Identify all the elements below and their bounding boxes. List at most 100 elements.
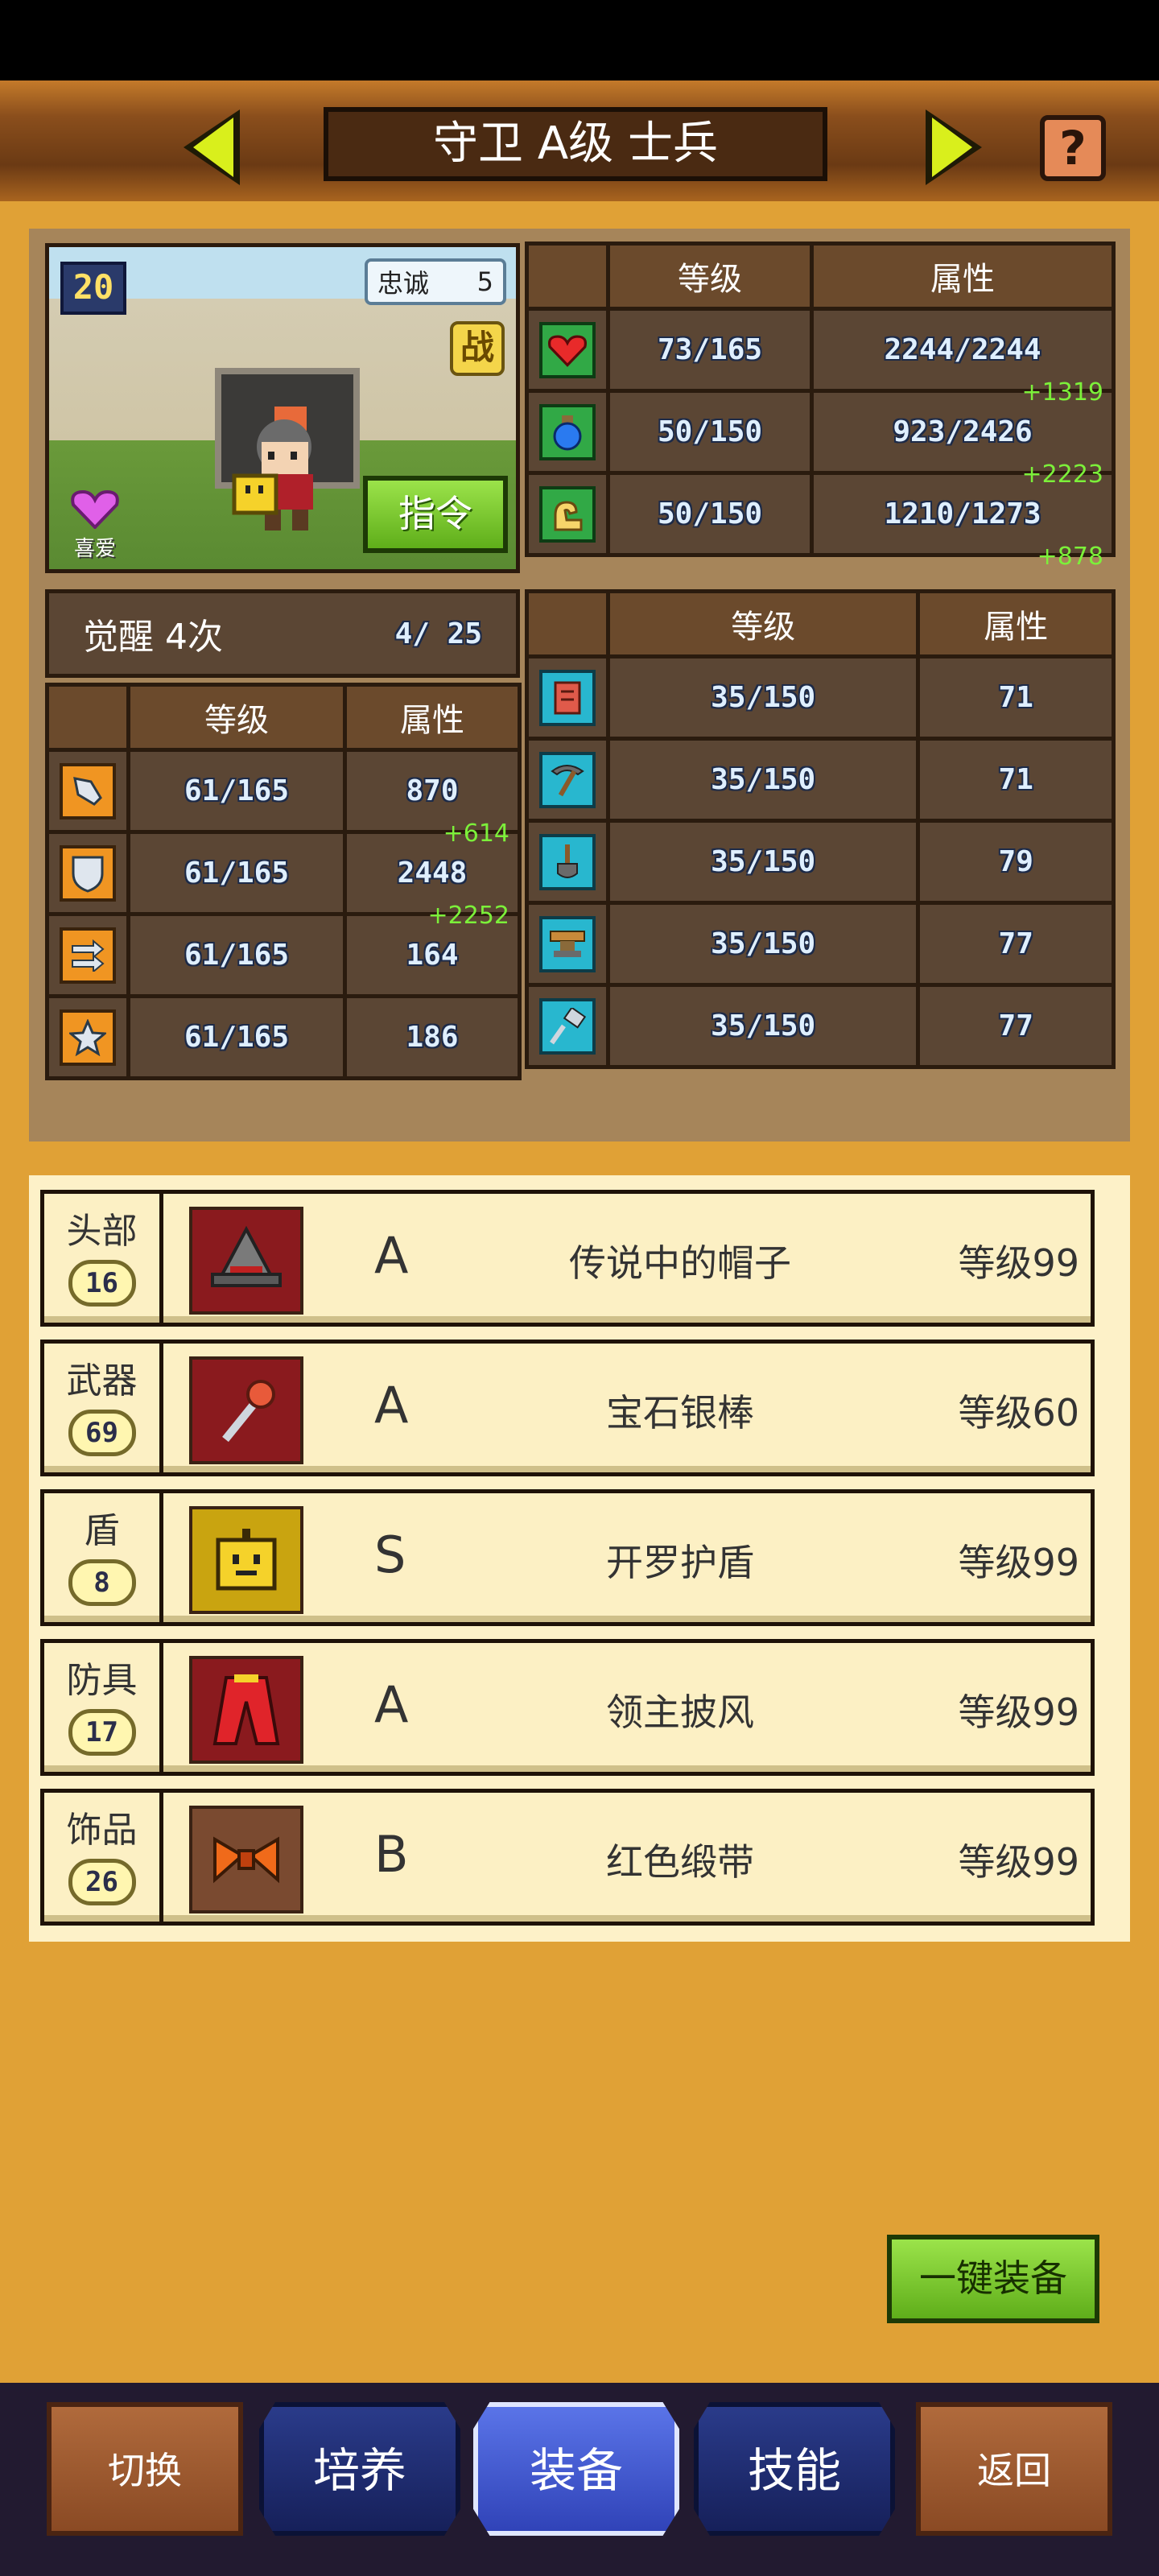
gem-staff-icon — [189, 1356, 303, 1464]
slot-name: 盾 — [84, 1510, 120, 1551]
stat-bonus: +878 — [1037, 543, 1103, 571]
stat-value: 77 — [998, 1009, 1033, 1042]
level-header: 等级 — [126, 683, 347, 752]
slot-name: 头部 — [66, 1211, 138, 1252]
favorite-label: 喜爱 — [73, 537, 116, 561]
icon-header — [525, 589, 610, 658]
equip-rank: A — [374, 1675, 409, 1734]
stat-level: 50/150 — [658, 497, 763, 530]
nav-switch-button[interactable]: 切换 — [47, 2402, 243, 2536]
potion-icon — [539, 403, 596, 460]
heart-icon — [71, 489, 119, 530]
next-arrow-icon[interactable] — [918, 103, 990, 192]
stat-value: 870 — [406, 774, 459, 807]
stat-level: 61/165 — [184, 939, 290, 972]
stat-level: 35/150 — [711, 763, 816, 796]
stat-value: 186 — [406, 1021, 459, 1054]
loyalty-value: 5 — [476, 266, 493, 297]
slot-badge: 69 — [68, 1410, 136, 1456]
stat-level: 35/150 — [711, 845, 816, 878]
craft-row: 35/150 71 — [525, 654, 1116, 741]
ribbon-icon — [189, 1806, 303, 1913]
equip-rank: A — [374, 1226, 409, 1285]
nav-train-tab[interactable]: 培养 — [259, 2402, 460, 2536]
craft-row: 35/150 71 — [525, 737, 1116, 823]
stat-level: 35/150 — [711, 1009, 816, 1042]
page-title: 守卫 A级 士兵 — [324, 107, 827, 181]
slot-name: 武器 — [66, 1360, 138, 1402]
level-badge: 20 — [60, 262, 126, 315]
equip-row-armor[interactable]: 防具 17 A 领主披风 等级99 — [40, 1639, 1095, 1776]
loyalty-badge: 忠诚 5 — [365, 258, 506, 305]
speed-arrows-icon — [60, 927, 116, 984]
stat-level: 73/165 — [658, 333, 763, 366]
stat-value: 2448 — [397, 857, 468, 890]
stat-value: 71 — [998, 763, 1033, 796]
slot-name: 饰品 — [66, 1810, 138, 1851]
star-icon — [60, 1009, 116, 1066]
status-bar-area — [0, 0, 1159, 80]
arm-icon — [539, 485, 596, 543]
shield-icon — [60, 844, 116, 902]
attr-header: 属性 — [810, 242, 1116, 311]
kairo-shield-icon — [189, 1506, 303, 1614]
stat-level: 61/165 — [184, 1021, 290, 1054]
command-button[interactable]: 指令 — [363, 476, 508, 553]
level-header: 等级 — [605, 589, 921, 658]
main-stats-table: 等级 属性 73/165 2244/2244 +1319 50/150 923/2… — [525, 242, 1116, 571]
equip-name: 红色缎带 — [606, 1840, 754, 1884]
equip-slot: 防具 17 — [44, 1643, 163, 1772]
awaken-bar: 觉醒 4次 4/ 25 — [45, 589, 520, 678]
stat-level: 35/150 — [711, 927, 816, 960]
attr-header: 属性 — [343, 683, 522, 752]
craft-row: 35/150 77 — [525, 983, 1116, 1069]
slot-badge: 8 — [68, 1559, 136, 1606]
equip-level: 等级99 — [958, 1690, 1079, 1734]
one-key-equip-button[interactable]: 一键装备 — [887, 2235, 1099, 2323]
equip-level: 等级60 — [958, 1391, 1079, 1435]
prev-arrow-icon[interactable] — [175, 103, 248, 192]
equip-slot: 武器 69 — [44, 1344, 163, 1472]
stat-row-hp: 73/165 2244/2244 +1319 — [525, 307, 1116, 407]
awaken-label: 觉醒 4次 — [83, 617, 223, 658]
slot-badge: 26 — [68, 1859, 136, 1905]
slot-name: 防具 — [66, 1660, 138, 1701]
shovel-icon — [539, 833, 596, 890]
battle-button[interactable]: 战 — [450, 321, 505, 376]
character-portrait: 20 忠诚 5 战 喜爱 指令 — [45, 243, 520, 573]
equip-name: 宝石银棒 — [606, 1391, 754, 1435]
favorite-indicator: 喜爱 — [67, 489, 123, 562]
equip-level: 等级99 — [958, 1241, 1079, 1285]
stat-value: 77 — [998, 927, 1033, 960]
equip-level: 等级99 — [958, 1541, 1079, 1584]
stat-value: 923/2426 — [893, 415, 1033, 448]
equip-name: 开罗护盾 — [606, 1541, 754, 1584]
nav-skill-tab[interactable]: 技能 — [694, 2402, 895, 2536]
equip-row-shield[interactable]: 盾 8 S 开罗护盾 等级99 — [40, 1489, 1095, 1626]
help-button[interactable]: ? — [1040, 115, 1106, 181]
equip-slot: 饰品 26 — [44, 1793, 163, 1922]
book-icon — [539, 669, 596, 726]
stat-value: 1210/1273 — [884, 497, 1041, 530]
equip-name: 领主披风 — [606, 1690, 754, 1734]
equip-row-head[interactable]: 头部 16 A 传说中的帽子 等级99 — [40, 1190, 1095, 1327]
heart-icon — [539, 321, 596, 378]
stat-bonus: +2252 — [427, 902, 509, 930]
equip-row-accessory[interactable]: 饰品 26 B 红色缎带 等级99 — [40, 1789, 1095, 1926]
stat-level: 61/165 — [184, 774, 290, 807]
equip-rank: B — [374, 1825, 409, 1884]
loyalty-label: 忠诚 — [377, 268, 430, 299]
wizard-hat-icon — [189, 1207, 303, 1315]
craft-stats-table: 等级 属性 35/150 71 35/150 71 35/150 79 35/1… — [525, 589, 1116, 1069]
stat-value: 71 — [998, 681, 1033, 714]
stat-bonus: +614 — [443, 819, 509, 848]
awaken-count: 4/ 25 — [394, 617, 482, 650]
nav-back-button[interactable]: 返回 — [916, 2402, 1112, 2536]
attr-header: 属性 — [916, 589, 1116, 658]
stat-row-attack: 61/165 870 +614 — [45, 748, 522, 848]
stat-level: 35/150 — [711, 681, 816, 714]
equip-name: 传说中的帽子 — [569, 1241, 791, 1285]
equip-row-weapon[interactable]: 武器 69 A 宝石银棒 等级60 — [40, 1340, 1095, 1476]
nav-equip-tab[interactable]: 装备 — [473, 2402, 679, 2536]
stat-value: 2244/2244 — [884, 333, 1041, 366]
